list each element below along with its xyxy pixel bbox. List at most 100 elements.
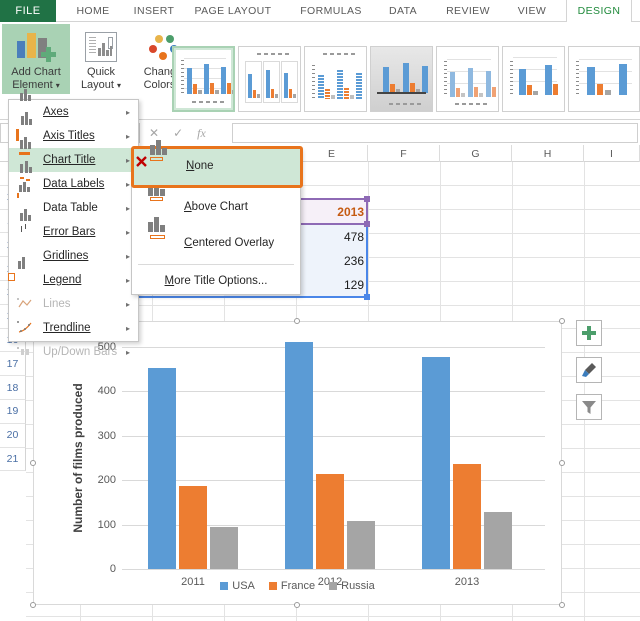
cell-E10[interactable]: 2013	[296, 200, 368, 224]
chevron-right-icon: ▸	[126, 324, 130, 333]
cell-E11[interactable]: 478	[296, 225, 368, 249]
row-header-20[interactable]: 20	[0, 424, 26, 448]
y-tick-400: 400	[98, 385, 116, 397]
selection-handle-mr[interactable]	[364, 221, 370, 227]
bar-russia-2011[interactable]	[210, 527, 238, 569]
chart-styles-button[interactable]	[576, 357, 602, 383]
menu-label-axis-titles: Axis Titles	[43, 130, 95, 142]
tab-formulas[interactable]: FORMULAS	[294, 0, 368, 22]
chart-style-thumb-7[interactable]	[568, 46, 640, 112]
legend-item-usa[interactable]: USA	[220, 580, 255, 592]
chart-handle-ml[interactable]	[30, 460, 36, 466]
y-tick-0: 0	[110, 563, 116, 575]
tab-file[interactable]: FILE	[0, 0, 56, 22]
menu-item-trendline[interactable]: Trendline ▸	[9, 316, 138, 340]
submenu-label-above-chart: Above Chart	[184, 201, 248, 213]
cell-E12[interactable]: 236	[296, 249, 368, 273]
y-tick-300: 300	[98, 430, 116, 442]
tab-review-label: REVIEW	[446, 5, 490, 17]
submenu-item-centered-overlay[interactable]: Centered Overlay	[132, 225, 300, 261]
row-header-19[interactable]: 19	[0, 400, 26, 424]
quick-layout-button[interactable]: Quick Layout ▾	[72, 24, 130, 94]
chart-elements-button[interactable]	[576, 320, 602, 346]
none-highlight-box[interactable]: None	[131, 146, 303, 188]
chart-style-thumb-3[interactable]	[304, 46, 367, 112]
change-colors-line2-text: Colors	[144, 79, 176, 91]
selection-handle-tr[interactable]	[364, 196, 370, 202]
bar-usa-2012[interactable]	[285, 342, 313, 569]
menu-label-up-down-bars: Up/Down Bars	[43, 346, 117, 358]
chart-style-thumb-1[interactable]	[172, 46, 235, 112]
tab-design[interactable]: DESIGN	[566, 0, 632, 23]
chevron-right-icon: ▸	[126, 348, 130, 357]
submenu-more-rest: ore Title Options...	[174, 275, 267, 287]
chart-handle-br[interactable]	[559, 602, 565, 608]
tab-view[interactable]: VIEW	[508, 0, 556, 22]
chart-title-above-icon	[146, 197, 174, 219]
tab-insert[interactable]: INSERT	[126, 0, 182, 22]
legend-item-russia[interactable]: Russia	[329, 580, 375, 592]
chevron-right-icon: ▸	[126, 132, 130, 141]
chart-handle-bc[interactable]	[294, 602, 300, 608]
bar-france-2013[interactable]	[453, 464, 481, 569]
column-header-F[interactable]: F	[368, 145, 440, 162]
chart-handle-bl[interactable]	[30, 602, 36, 608]
tab-design-label: DESIGN	[578, 5, 621, 17]
add-chart-element-line1: Add Chart	[11, 66, 61, 79]
insert-function-icon[interactable]: fx	[197, 126, 206, 141]
funnel-icon	[581, 399, 597, 415]
menu-item-gridlines[interactable]: Gridlines ▸	[9, 244, 138, 268]
column-header-I[interactable]: I	[584, 145, 640, 162]
selection-handle-br[interactable]	[364, 294, 370, 300]
quick-layout-line1: Quick	[87, 66, 115, 79]
chevron-right-icon: ▸	[126, 180, 130, 189]
confirm-icon[interactable]: ✓	[173, 126, 183, 140]
formula-input[interactable]	[232, 123, 638, 143]
menu-item-legend[interactable]: Legend ▸	[9, 268, 138, 292]
bar-france-2012[interactable]	[316, 474, 344, 569]
chart-style-thumb-2[interactable]	[238, 46, 301, 112]
column-header-G[interactable]: G	[440, 145, 512, 162]
tab-page-layout[interactable]: PAGE LAYOUT	[188, 0, 278, 22]
chart-styles-gallery: Chart Styles	[172, 46, 640, 112]
chevron-down-icon: ▾	[56, 81, 60, 90]
column-header-H[interactable]: H	[512, 145, 584, 162]
cancel-icon[interactable]: ✕	[149, 126, 159, 140]
chart-style-thumb-5[interactable]	[436, 46, 499, 112]
menu-label-legend: Legend	[43, 274, 81, 286]
tab-home[interactable]: HOME	[66, 0, 120, 22]
menu-label-chart-title: Chart Title	[43, 154, 95, 166]
chart-legend: USA France Russia	[34, 580, 561, 592]
tab-data[interactable]: DATA	[378, 0, 428, 22]
chart-handle-tr[interactable]	[559, 318, 565, 324]
menu-item-data-labels[interactable]: Data Labels ▸	[9, 172, 138, 196]
chart-style-thumb-4[interactable]	[370, 46, 433, 112]
legend-item-france[interactable]: France	[269, 580, 315, 592]
bar-russia-2013[interactable]	[484, 512, 512, 569]
chart-filters-button[interactable]	[576, 394, 602, 420]
bar-usa-2013[interactable]	[422, 357, 450, 569]
bar-usa-2011[interactable]	[148, 368, 176, 569]
add-chart-element-button[interactable]: Add Chart Element ▾	[2, 24, 70, 94]
cell-E13[interactable]: 129	[296, 273, 368, 297]
legend-label-russia: Russia	[341, 580, 375, 592]
submenu-item-more-title-options[interactable]: More Title Options...	[132, 268, 300, 294]
submenu-label-centered-overlay: Centered Overlay	[184, 237, 274, 249]
menu-label-error-bars: Error Bars	[43, 226, 95, 238]
chart-style-thumb-6[interactable]	[502, 46, 565, 112]
bar-france-2011[interactable]	[179, 486, 207, 569]
bar-russia-2012[interactable]	[347, 521, 375, 569]
chevron-right-icon: ▸	[126, 252, 130, 261]
tab-home-label: HOME	[76, 5, 109, 17]
chevron-right-icon: ▸	[126, 300, 130, 309]
tab-review[interactable]: REVIEW	[436, 0, 500, 22]
chart-handle-tc[interactable]	[294, 318, 300, 324]
row-header-21[interactable]: 21	[0, 448, 26, 472]
column-header-E[interactable]: E	[296, 145, 368, 162]
chevron-right-icon: ▸	[126, 276, 130, 285]
add-chart-element-line2: Element ▾	[12, 79, 59, 92]
menu-item-error-bars[interactable]: Error Bars ▸	[9, 220, 138, 244]
quick-layout-icon	[85, 28, 117, 66]
row-header-18[interactable]: 18	[0, 376, 26, 400]
chart-handle-mr[interactable]	[559, 460, 565, 466]
